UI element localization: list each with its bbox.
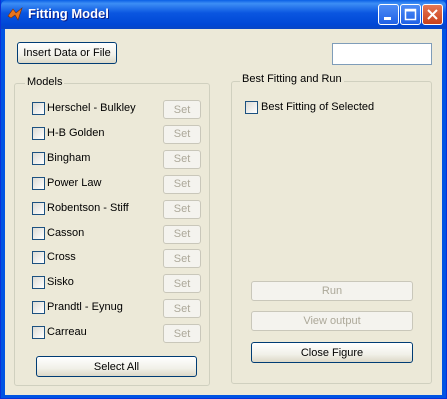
run-button[interactable]: Run <box>251 281 413 301</box>
view-output-button[interactable]: View output <box>251 311 413 331</box>
model-set-button[interactable]: Set <box>163 324 201 344</box>
model-row: Bingham Set <box>32 149 202 170</box>
best-fitting-group <box>231 81 432 384</box>
best-fitting-checkbox[interactable] <box>245 101 258 114</box>
model-checkbox[interactable] <box>32 102 45 115</box>
figure-client-area: Insert Data or File Models Herschel - Bu… <box>5 29 442 395</box>
title-bar[interactable]: Fitting Model <box>1 0 446 29</box>
model-row: Prandtl - Eynug Set <box>32 299 202 319</box>
best-fitting-checkbox-row[interactable]: Best Fitting of Selected <box>245 99 425 119</box>
model-label: Herschel - Bulkley <box>47 102 136 114</box>
model-checkbox[interactable] <box>32 326 45 340</box>
matlab-figure-window: Fitting Model Insert Data or File Models… <box>0 0 447 399</box>
model-label: Carreau <box>47 326 87 339</box>
model-label: Power Law <box>47 176 102 189</box>
model-label: H-B Golden <box>47 126 105 139</box>
minimize-button[interactable] <box>378 4 399 25</box>
maximize-button[interactable] <box>400 4 421 25</box>
model-checkbox[interactable] <box>32 151 45 165</box>
model-label: Robentson - Stiff <box>47 201 129 214</box>
model-set-button[interactable]: Set <box>163 199 201 219</box>
matlab-logo-icon <box>7 7 23 21</box>
insert-data-button[interactable]: Insert Data or File <box>17 42 117 64</box>
model-set-button[interactable]: Set <box>163 124 201 144</box>
model-label: Prandtl - Eynug <box>47 301 123 314</box>
model-set-button[interactable]: Set <box>163 274 201 294</box>
model-set-button[interactable]: Set <box>163 100 201 119</box>
model-row: Casson Set <box>32 224 202 245</box>
model-set-button[interactable]: Set <box>163 299 201 319</box>
model-row: Herschel - Bulkley Set <box>32 100 202 120</box>
select-all-button[interactable]: Select All <box>36 356 197 377</box>
model-set-button[interactable]: Set <box>163 149 201 169</box>
model-row: Carreau Set <box>32 324 202 344</box>
model-set-button[interactable]: Set <box>163 249 201 269</box>
model-row: Cross Set <box>32 249 202 269</box>
minimize-icon <box>384 17 391 20</box>
model-label: Casson <box>47 226 85 239</box>
close-icon <box>427 9 438 20</box>
window-title: Fitting Model <box>28 6 109 21</box>
model-checkbox[interactable] <box>32 276 45 290</box>
close-window-button[interactable] <box>422 4 443 25</box>
model-row: Power Law Set <box>32 174 202 195</box>
model-checkbox[interactable] <box>32 176 45 190</box>
model-label: Sisko <box>47 276 74 289</box>
model-checkbox[interactable] <box>32 301 45 315</box>
model-row: Robentson - Stiff Set <box>32 199 202 220</box>
maximize-icon <box>404 8 417 21</box>
model-checkbox[interactable] <box>32 126 45 140</box>
best-fitting-label: Best Fitting of Selected <box>261 101 375 113</box>
model-checkbox[interactable] <box>32 201 45 215</box>
model-set-button[interactable]: Set <box>163 224 201 244</box>
model-checkbox[interactable] <box>32 251 45 265</box>
model-set-button[interactable]: Set <box>163 174 201 194</box>
model-label: Bingham <box>47 151 91 164</box>
model-checkbox[interactable] <box>32 226 45 240</box>
model-row: Sisko Set <box>32 274 202 294</box>
close-figure-button[interactable]: Close Figure <box>251 342 413 363</box>
file-path-input[interactable] <box>332 43 432 65</box>
models-group-title: Models <box>25 76 65 88</box>
best-fitting-group-title: Best Fitting and Run <box>240 73 344 85</box>
model-row: H-B Golden Set <box>32 124 202 145</box>
model-label: Cross <box>47 251 76 264</box>
